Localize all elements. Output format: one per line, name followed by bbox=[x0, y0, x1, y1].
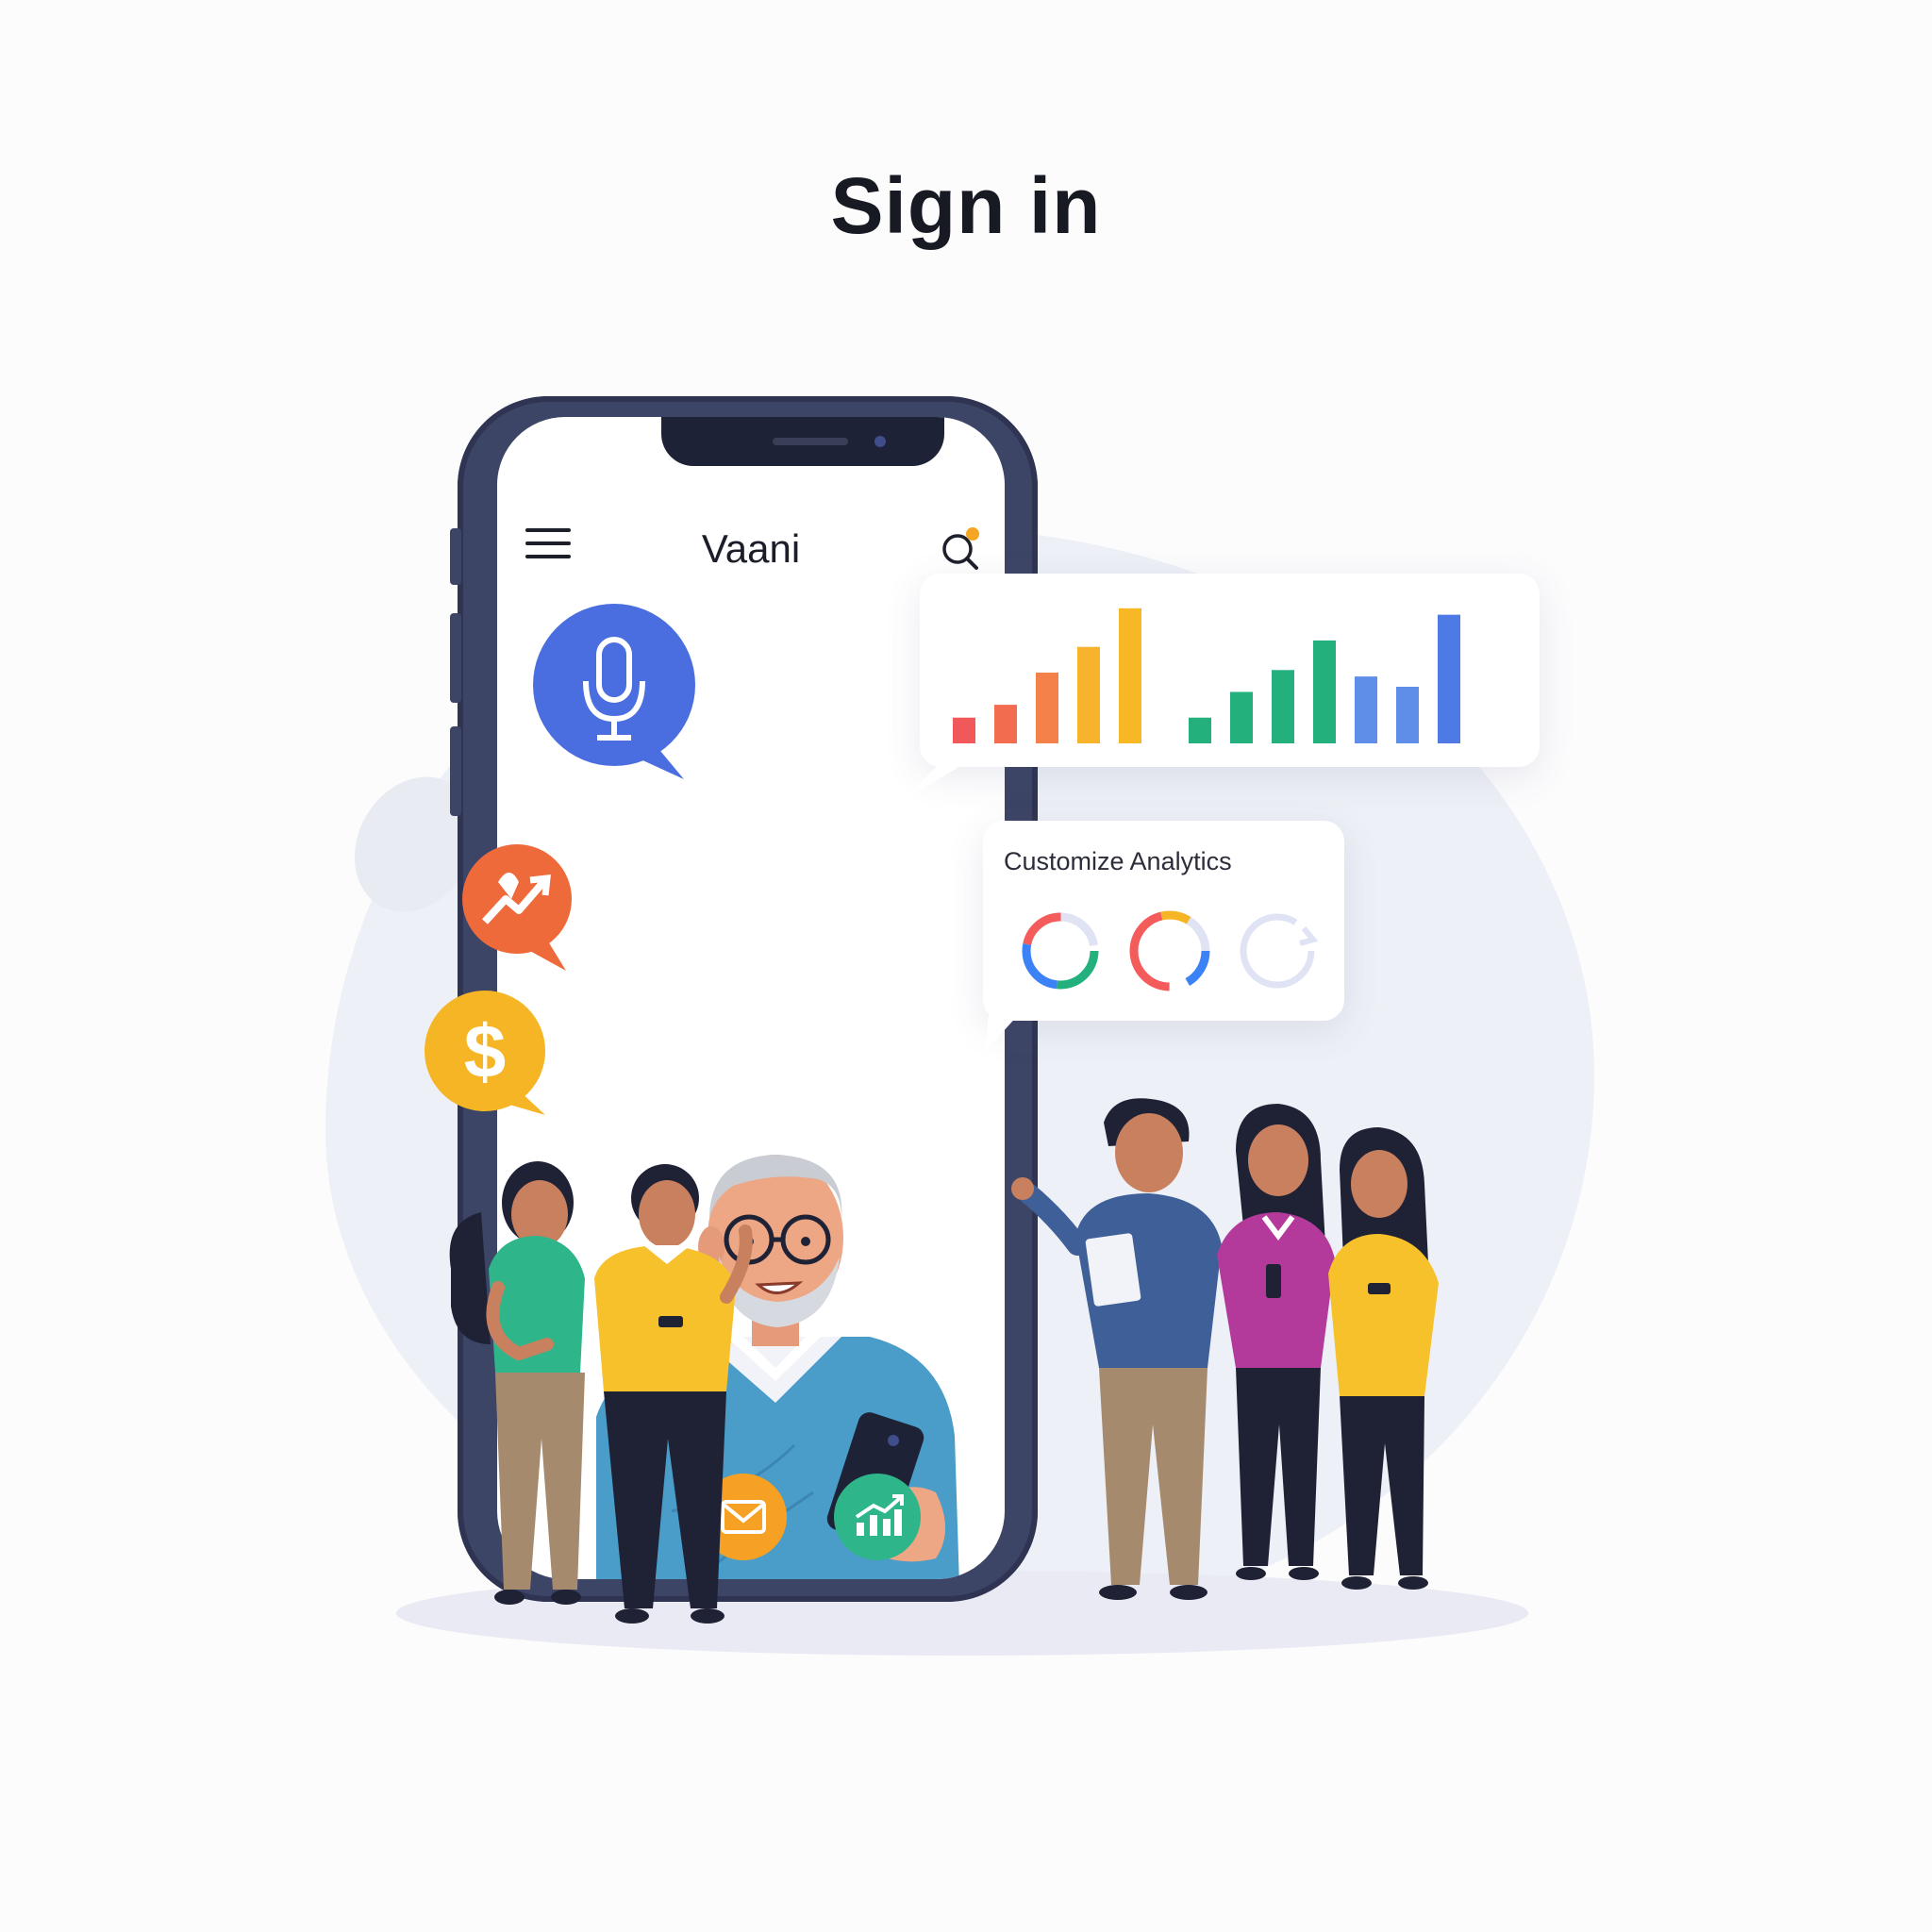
search-icon[interactable] bbox=[939, 525, 986, 572]
notification-dot bbox=[966, 527, 979, 541]
bar bbox=[1077, 646, 1100, 743]
analytics-ring-2 bbox=[1129, 910, 1210, 991]
app-name: Vaani bbox=[701, 526, 801, 571]
svg-text:$: $ bbox=[464, 1009, 507, 1093]
analytics-ring-1 bbox=[1022, 912, 1099, 990]
microphone-icon[interactable] bbox=[533, 604, 703, 788]
page-title: Sign in bbox=[830, 161, 1102, 250]
bar bbox=[1272, 670, 1294, 743]
refresh-icon[interactable] bbox=[1240, 913, 1319, 989]
bar bbox=[1313, 640, 1336, 743]
adults-group-illustration bbox=[1011, 1098, 1439, 1600]
phone-speaker bbox=[773, 438, 848, 445]
bar bbox=[1230, 691, 1253, 743]
dollar-icon[interactable]: $ bbox=[425, 991, 549, 1123]
phone-camera bbox=[874, 436, 886, 447]
analytics-card-tail bbox=[985, 1014, 1019, 1052]
bar-chart-card bbox=[920, 574, 1540, 767]
bar bbox=[1355, 676, 1377, 743]
bar bbox=[1438, 614, 1460, 743]
bar bbox=[953, 717, 975, 743]
bar bbox=[1396, 687, 1419, 743]
bar bbox=[1119, 608, 1141, 743]
bar-chart-2 bbox=[1189, 614, 1460, 743]
analytics-rings bbox=[1022, 910, 1319, 991]
bar bbox=[1036, 673, 1058, 743]
bar-charts bbox=[953, 608, 1460, 743]
analytics-card[interactable]: Customize Analytics bbox=[983, 821, 1344, 1021]
bar bbox=[1189, 717, 1211, 743]
bar-chart-1 bbox=[953, 608, 1141, 743]
phone-notch bbox=[661, 417, 944, 466]
students-illustration bbox=[449, 1161, 753, 1624]
card-tail bbox=[906, 755, 958, 798]
trending-up-icon[interactable] bbox=[462, 844, 575, 976]
bar bbox=[994, 705, 1017, 743]
bar-chart-icon[interactable] bbox=[832, 1472, 923, 1567]
